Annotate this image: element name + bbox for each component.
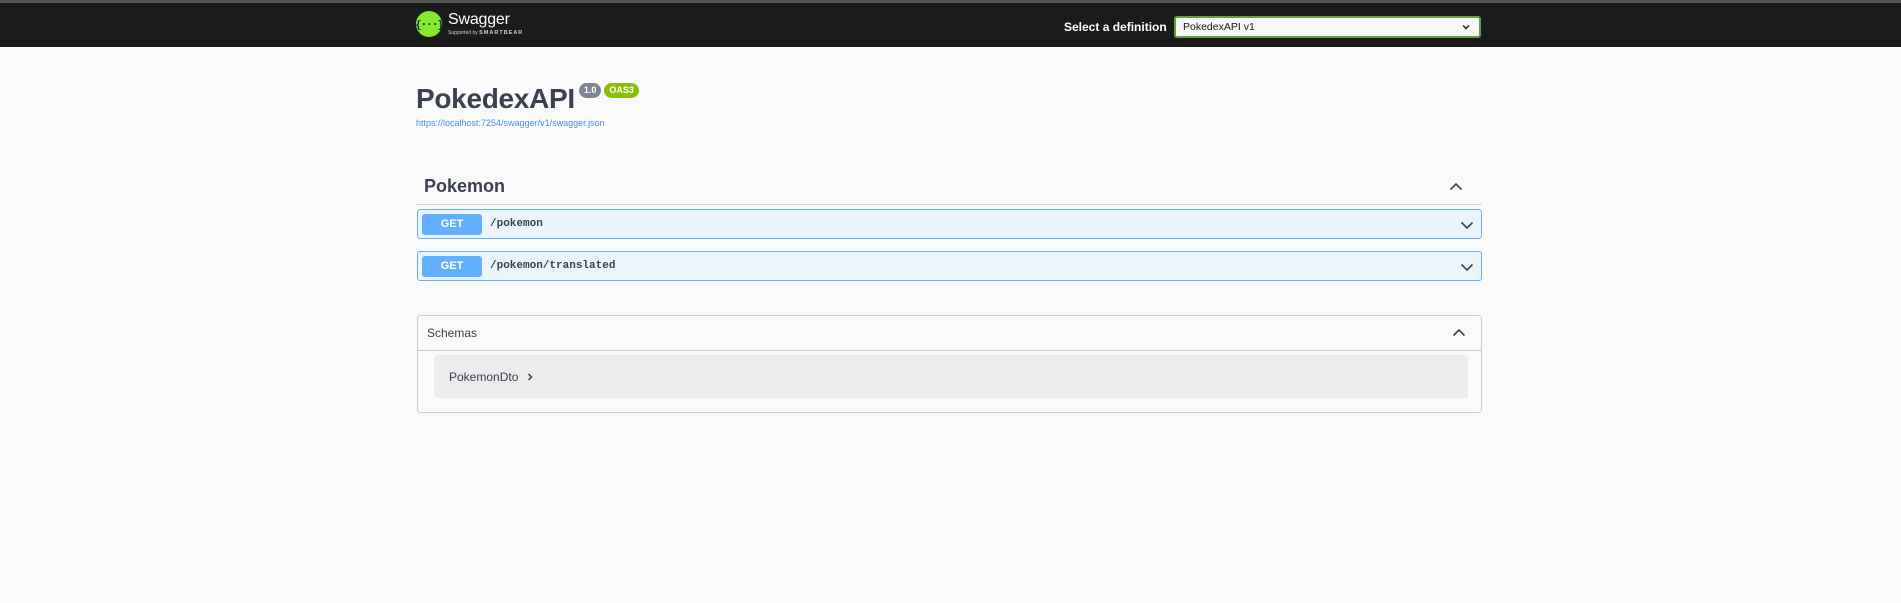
brand-sub: Supported by SMARTBEAR (448, 30, 523, 37)
brand-text: Swagger Supported by SMARTBEAR (448, 11, 523, 37)
swagger-logo-icon: {···} (414, 11, 444, 37)
schemas-section: Schemas PokemonDto (417, 315, 1482, 413)
version-badge: 1.0 (578, 83, 602, 98)
operation-path: /pokemon/translated (490, 260, 616, 272)
brand-sub-prefix: Supported by (448, 30, 478, 36)
swagger-logo-glyph: {···} (414, 17, 444, 31)
oas-badge: OAS3 (604, 83, 639, 98)
chevron-up-icon[interactable] (1448, 179, 1464, 195)
api-title-row: PokedexAPI 1.0 OAS3 (416, 82, 639, 116)
tag-header-pokemon[interactable]: Pokemon (416, 168, 1482, 205)
operation-get-pokemon-translated[interactable]: GET /pokemon/translated (417, 251, 1482, 281)
model-pokemondto[interactable]: PokemonDto (434, 355, 1468, 398)
chevron-up-icon[interactable] (1451, 325, 1467, 341)
brand-name: Swagger (448, 11, 510, 28)
api-title: PokedexAPI (416, 83, 575, 114)
swagger-logo[interactable]: {···} Swagger Supported by SMARTBEAR (414, 11, 523, 43)
definition-label: Select a definition (1064, 20, 1167, 34)
schemas-title: Schemas (427, 326, 478, 340)
tag-title: Pokemon (424, 175, 506, 196)
operation-path: /pokemon (490, 218, 543, 230)
spec-url-link[interactable]: https://localhost:7254/swagger/v1/swagge… (416, 118, 605, 128)
chevron-down-icon (1462, 25, 1470, 30)
topbar: {···} Swagger Supported by SMARTBEAR Sel… (0, 0, 1901, 47)
operation-get-pokemon[interactable]: GET /pokemon (417, 209, 1482, 239)
schemas-header[interactable]: Schemas (418, 316, 1481, 351)
chevron-down-icon[interactable] (1459, 259, 1475, 275)
definition-select-value: PokedexAPI v1 (1183, 21, 1255, 33)
method-badge: GET (422, 213, 482, 235)
model-name: PokemonDto (449, 369, 519, 384)
brand-sub-company: SMARTBEAR (479, 30, 524, 36)
chevron-right-icon[interactable] (526, 372, 534, 382)
chevron-down-icon[interactable] (1459, 217, 1475, 233)
definition-select[interactable]: PokedexAPI v1 (1174, 16, 1481, 38)
method-badge: GET (422, 255, 482, 277)
